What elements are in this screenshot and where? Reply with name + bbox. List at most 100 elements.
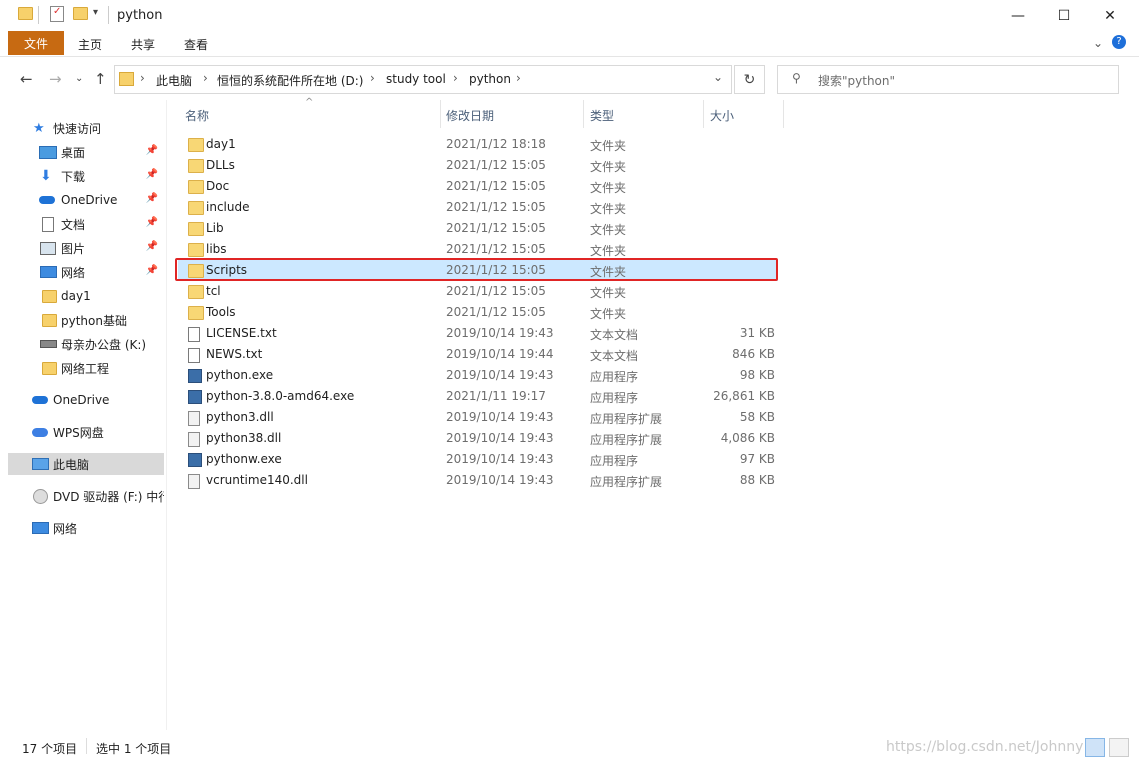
maximize-button[interactable]: ☐: [1041, 0, 1087, 31]
file-row[interactable]: NEWS.txt 2019/10/14 19:44 文本文档 846 KB: [178, 344, 778, 365]
dll-file-icon: [188, 411, 200, 426]
column-header-size[interactable]: 大小: [710, 107, 734, 124]
sidebar-item-onedrive[interactable]: OneDrive: [0, 389, 164, 411]
folder-icon: [188, 285, 204, 299]
chevron-right-icon[interactable]: ›: [203, 71, 208, 85]
breadcrumb-study-tool[interactable]: study tool: [386, 72, 446, 86]
column-header-name[interactable]: 名称: [185, 107, 209, 124]
file-row[interactable]: python-3.8.0-amd64.exe 2021/1/11 19:17 应用程…: [178, 386, 778, 407]
file-row[interactable]: python3.dll 2019/10/14 19:43 应用程序扩展 58 KB: [178, 407, 778, 428]
file-row[interactable]: DLLs 2021/1/12 15:05 文件夹: [178, 155, 778, 176]
file-name: python.exe: [206, 368, 274, 382]
address-bar[interactable]: › 此电脑 › 恒恒的系统配件所在地 (D:) › study tool › p…: [114, 65, 732, 94]
tab-file[interactable]: 文件: [8, 31, 64, 55]
sidebar-item-documents[interactable]: 文档 📌: [0, 213, 164, 235]
tab-view[interactable]: 查看: [184, 36, 208, 53]
sidebar-item-network-engineering[interactable]: 网络工程: [0, 357, 164, 379]
refresh-button[interactable]: ↻: [734, 65, 765, 94]
cloud-icon: [32, 427, 48, 437]
file-row[interactable]: python.exe 2019/10/14 19:43 应用程序 98 KB: [178, 365, 778, 386]
file-row[interactable]: libs 2021/1/12 15:05 文件夹: [178, 239, 778, 260]
sidebar-item-onedrive-pinned[interactable]: OneDrive 📌: [0, 189, 164, 211]
breadcrumb-python[interactable]: python: [469, 72, 511, 86]
tab-home[interactable]: 主页: [78, 36, 102, 53]
tab-share[interactable]: 共享: [131, 36, 155, 53]
minimize-button[interactable]: —: [995, 0, 1041, 31]
sidebar-item-python-basics[interactable]: python基础: [0, 309, 164, 331]
file-row[interactable]: Tools 2021/1/12 15:05 文件夹: [178, 302, 778, 323]
file-date: 2021/1/12 15:05: [446, 284, 546, 298]
file-name: LICENSE.txt: [206, 326, 277, 340]
pin-icon[interactable]: 📌: [146, 169, 158, 180]
sidebar-item-wps-drive[interactable]: WPS网盘: [0, 421, 164, 443]
pane-divider: [166, 100, 167, 730]
pin-icon[interactable]: 📌: [146, 145, 158, 156]
file-row[interactable]: Doc 2021/1/12 15:05 文件夹: [178, 176, 778, 197]
breadcrumb-this-pc[interactable]: 此电脑: [156, 72, 192, 89]
file-type: 应用程序扩展: [590, 475, 663, 489]
file-size: 88 KB: [739, 473, 775, 487]
column-divider[interactable]: [583, 100, 584, 128]
properties-icon[interactable]: ✓: [50, 6, 64, 22]
expand-ribbon-icon[interactable]: ⌄: [1093, 36, 1103, 50]
sidebar-item-network-pinned[interactable]: 网络 📌: [0, 261, 164, 283]
folder-icon: [188, 201, 204, 215]
file-name: include: [206, 200, 250, 214]
dll-file-icon: [188, 474, 200, 489]
customize-toolbar-icon[interactable]: ▾: [93, 7, 98, 18]
column-divider[interactable]: [783, 100, 784, 128]
file-row[interactable]: tcl 2021/1/12 15:05 文件夹: [178, 281, 778, 302]
search-input[interactable]: ⚲ 搜索"python": [777, 65, 1119, 94]
application-icon: [188, 390, 202, 404]
file-type: 应用程序: [590, 454, 639, 468]
folder-icon: [188, 138, 204, 152]
file-row[interactable]: LICENSE.txt 2019/10/14 19:43 文本文档 31 KB: [178, 323, 778, 344]
forward-arrow-icon[interactable]: →: [49, 70, 62, 88]
up-arrow-icon[interactable]: ↑: [94, 70, 107, 88]
sidebar-item-day1[interactable]: day1: [0, 285, 164, 307]
breadcrumb-drive-d[interactable]: 恒恒的系统配件所在地 (D:): [217, 72, 363, 89]
chevron-right-icon[interactable]: ›: [140, 71, 145, 85]
pin-icon[interactable]: 📌: [146, 241, 158, 252]
chevron-right-icon[interactable]: ›: [453, 71, 458, 85]
back-arrow-icon[interactable]: ←: [20, 70, 33, 88]
sidebar-item-quick-access[interactable]: ★ 快速访问: [0, 117, 164, 139]
sidebar-item-pictures[interactable]: 图片 📌: [0, 237, 164, 259]
sidebar-item-this-pc[interactable]: 此电脑: [8, 453, 164, 475]
column-header-date[interactable]: 修改日期: [446, 107, 494, 124]
chevron-down-icon[interactable]: ⌄: [713, 70, 723, 84]
large-icons-view-button[interactable]: [1109, 738, 1129, 757]
file-size: 4,086 KB: [720, 431, 775, 445]
chevron-right-icon[interactable]: ›: [516, 71, 521, 85]
dvd-icon: [33, 488, 48, 504]
navigation-bar: ← → ⌄ ↑ › 此电脑 › 恒恒的系统配件所在地 (D:) › study …: [0, 63, 1139, 95]
file-row[interactable]: include 2021/1/12 15:05 文件夹: [178, 197, 778, 218]
divider: [38, 6, 39, 24]
sidebar-item-dvd-drive[interactable]: DVD 驱动器 (F:) 中行: [0, 485, 164, 507]
file-row[interactable]: day1 2021/1/12 18:18 文件夹: [178, 134, 778, 155]
new-folder-icon[interactable]: [73, 7, 88, 20]
sidebar-item-network[interactable]: 网络: [0, 517, 164, 539]
pin-icon[interactable]: 📌: [146, 217, 158, 228]
drive-icon: [40, 340, 57, 348]
sidebar-item-downloads[interactable]: ⬇ 下载 📌: [0, 165, 164, 187]
file-row[interactable]: vcruntime140.dll 2019/10/14 19:43 应用程序扩展 88…: [178, 470, 778, 491]
recent-locations-icon[interactable]: ⌄: [75, 73, 83, 84]
help-icon[interactable]: ?: [1112, 35, 1126, 49]
column-header-type[interactable]: 类型: [590, 107, 614, 124]
sidebar-item-drive-k[interactable]: 母亲办公盘 (K:): [0, 333, 164, 355]
chevron-right-icon[interactable]: ›: [370, 71, 375, 85]
file-row[interactable]: Lib 2021/1/12 15:05 文件夹: [178, 218, 778, 239]
details-view-button[interactable]: [1085, 738, 1105, 757]
close-button[interactable]: ✕: [1087, 0, 1133, 31]
column-divider[interactable]: [440, 100, 441, 128]
download-icon: ⬇: [40, 168, 52, 184]
file-row[interactable]: pythonw.exe 2019/10/14 19:43 应用程序 97 KB: [178, 449, 778, 470]
pin-icon[interactable]: 📌: [146, 193, 158, 204]
file-type: 文件夹: [590, 286, 627, 300]
sidebar-item-desktop[interactable]: 桌面 📌: [0, 141, 164, 163]
file-row[interactable]: python38.dll 2019/10/14 19:43 应用程序扩展 4,086 …: [178, 428, 778, 449]
pin-icon[interactable]: 📌: [146, 265, 158, 276]
file-date: 2021/1/12 15:05: [446, 200, 546, 214]
column-divider[interactable]: [703, 100, 704, 128]
